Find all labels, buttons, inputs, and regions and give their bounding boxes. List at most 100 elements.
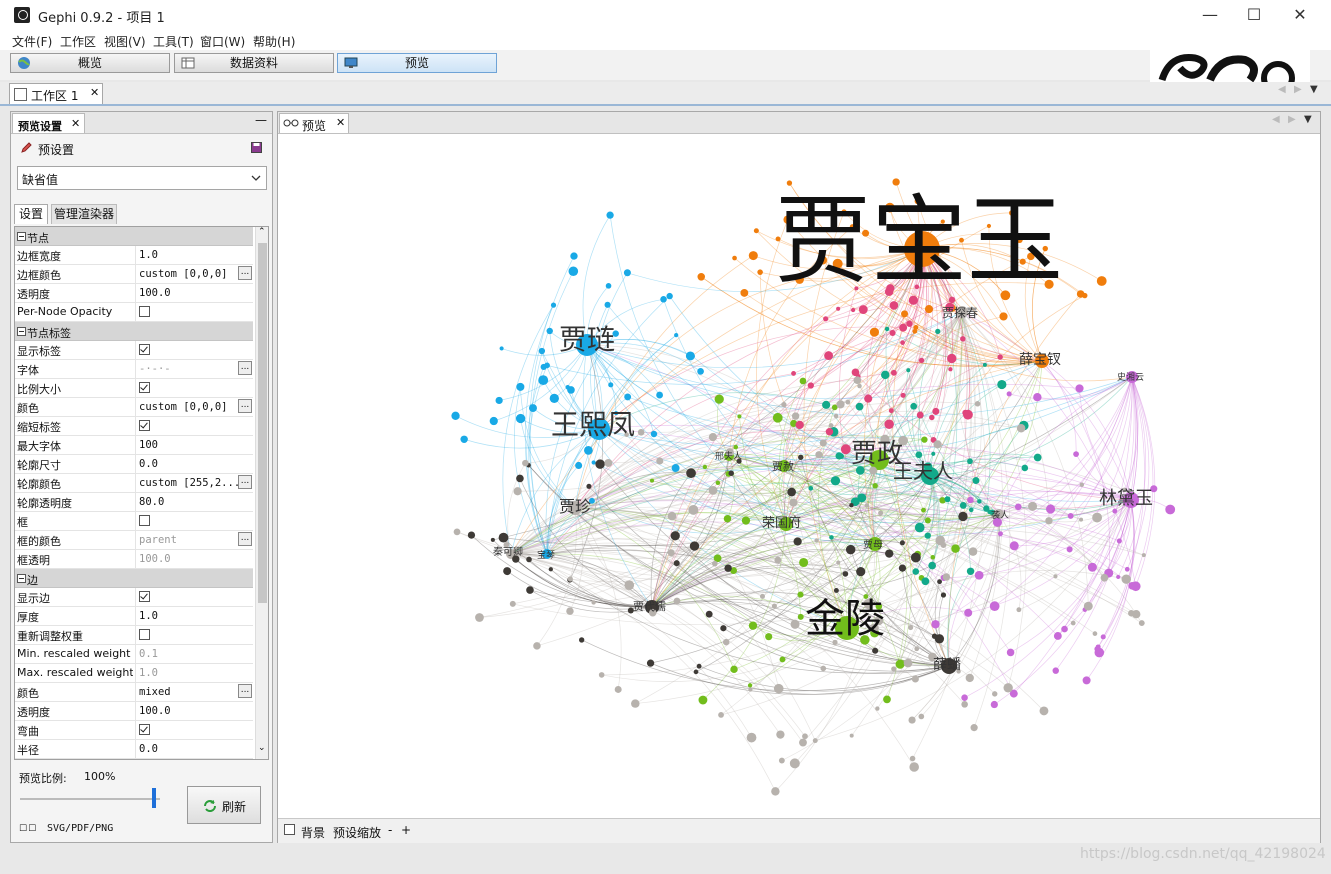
property-value-cell[interactable]: custom [255,2...... [135,474,253,492]
property-editor-button[interactable]: ... [238,266,252,280]
property-value-cell[interactable]: mixed... [135,683,253,701]
property-editor-button[interactable]: ... [238,684,252,698]
property-value-cell[interactable]: 100.0 [135,284,253,302]
preview-settings-tab-close-icon[interactable]: ✕ [71,117,80,130]
overview-mode-button[interactable]: 概览 [10,53,170,73]
property-editor-button[interactable]: ... [238,361,252,375]
property-value: 100.0 [139,553,171,565]
property-value-cell[interactable]: -·-·-... [135,360,253,378]
tab-scroll-right-icon[interactable]: ▶ [1294,84,1302,95]
graph-node [1092,631,1098,636]
property-checkbox[interactable] [139,306,150,317]
data-lab-mode-button[interactable]: 数据资料 [174,53,334,73]
menu-view[interactable]: 视图(V) [104,33,146,50]
property-checkbox[interactable] [139,382,150,393]
property-value-cell[interactable] [135,626,253,644]
preview-settings-tab[interactable]: 预览设置 ✕ [12,113,85,133]
property-checkbox[interactable] [139,591,150,602]
property-editor-button[interactable]: ... [238,532,252,546]
property-checkbox[interactable] [139,629,150,640]
property-value-cell[interactable] [135,721,253,739]
property-scrollbar[interactable]: ⌃ ⌄ [255,227,268,759]
graph-node [944,496,951,503]
property-value-cell[interactable]: 0.0 [135,455,253,473]
property-editor-button[interactable]: ... [238,475,252,489]
preview-tab-scroll-left-icon[interactable]: ◀ [1272,114,1280,125]
collapse-icon[interactable] [17,232,26,241]
panel-minimize-button[interactable]: — [255,113,267,127]
property-value-cell[interactable] [135,512,253,530]
property-value-cell[interactable]: custom [0,0,0]... [135,265,253,283]
export-icon[interactable]: ☐☐ [19,824,37,834]
property-value-cell[interactable] [135,588,253,606]
property-category[interactable]: 节点 [15,227,253,246]
property-editor-button[interactable]: ... [238,399,252,413]
property-name: 框透明 [17,554,50,567]
menu-help[interactable]: 帮助(H) [253,33,295,50]
refresh-button[interactable]: 刷新 [187,786,261,824]
property-checkbox[interactable] [139,420,150,431]
network-graph: 贾宝玉贾琏王熙凤贾政王夫人林黛玉金陵薛宝钗贾探春贾珍荣国府贾赦贾母薛蟠贾代儒秦可… [451,178,1176,796]
background-checkbox[interactable] [284,824,295,835]
graph-node [964,608,973,617]
menu-window[interactable]: 窗口(W) [200,33,245,50]
scrollbar-thumb[interactable] [258,243,267,603]
workspace-tab[interactable]: 工作区 1 ✕ [9,83,103,104]
property-value-cell[interactable] [135,303,253,321]
graph-node [787,487,796,497]
preview-tab-list-icon[interactable]: ▼ [1304,114,1312,125]
save-preset-icon[interactable] [251,142,262,153]
property-value-cell[interactable]: parent... [135,531,253,549]
preview-tab-close-icon[interactable]: ✕ [336,116,345,129]
export-label[interactable]: SVG/PDF/PNG [47,823,113,834]
preview-mode-button[interactable]: 预览 [337,53,497,73]
property-checkbox[interactable] [139,724,150,735]
node-label: 史湘云 [1117,371,1144,383]
property-value-cell[interactable]: custom [0,0,0]... [135,398,253,416]
graph-node [1039,706,1049,716]
menu-file[interactable]: 文件(F) [12,33,52,50]
property-value-cell[interactable] [135,417,253,435]
refresh-icon [204,800,216,812]
preview-tab[interactable]: 预览 ✕ [279,113,349,133]
property-value-cell[interactable]: 100.0 [135,702,253,720]
property-checkbox[interactable] [139,344,150,355]
property-value-cell[interactable]: 1.0 [135,246,253,264]
tab-scroll-left-icon[interactable]: ◀ [1278,84,1286,95]
property-value-cell[interactable]: 100.0 [135,550,253,568]
zoom-out-button[interactable]: - [388,823,392,837]
property-value-cell[interactable]: 80.0 [135,493,253,511]
workspace-tab-close-icon[interactable]: ✕ [90,86,99,99]
property-value-cell[interactable]: 0.0 [135,740,253,758]
tab-list-dropdown-icon[interactable]: ▼ [1310,84,1318,95]
property-value-cell[interactable]: 100 [135,436,253,454]
preview-ratio-slider-thumb[interactable] [152,788,156,808]
graph-node [918,357,925,364]
property-value-cell[interactable]: 1.0 [135,664,253,682]
collapse-icon[interactable] [17,574,26,583]
preview-tab-scroll-right-icon[interactable]: ▶ [1288,114,1296,125]
minimize-button[interactable]: — [1187,0,1233,30]
property-value-cell[interactable]: 0.1 [135,645,253,663]
graph-preview-canvas[interactable]: 贾宝玉 贾琏 王熙凤 贾政 王夫人 林黛玉 金陵 薛宝钗 贾探春 贾珍 荣国府 贾赦 贾母 薛蟠 贾代儒 秦可… [279,134,1320,818]
property-checkbox[interactable] [139,515,150,526]
scroll-up-icon[interactable]: ⌃ [258,227,266,237]
tab-manage-renderers[interactable]: 管理渲染器 [51,204,117,224]
preset-select[interactable]: 缺省值 [17,166,267,190]
maximize-button[interactable]: ☐ [1231,0,1277,30]
zoom-in-button[interactable]: + [401,823,411,837]
tab-settings[interactable]: 设置 [14,204,48,224]
property-value-cell[interactable] [135,379,253,397]
property-category[interactable]: 边 [15,569,253,588]
scroll-down-icon[interactable]: ⌄ [258,743,266,753]
property-value-cell[interactable] [135,341,253,359]
preview-ratio-slider-track[interactable] [20,798,160,800]
property-value-cell[interactable]: 1.0 [135,607,253,625]
menu-tools[interactable]: 工具(T) [153,33,194,50]
menu-workspace[interactable]: 工作区 [60,33,96,50]
node-label: 王夫人 [893,459,953,483]
graph-node [836,306,841,311]
collapse-icon[interactable] [17,327,26,336]
property-category[interactable]: 节点标签 [15,322,253,341]
close-button[interactable]: ✕ [1277,0,1323,30]
